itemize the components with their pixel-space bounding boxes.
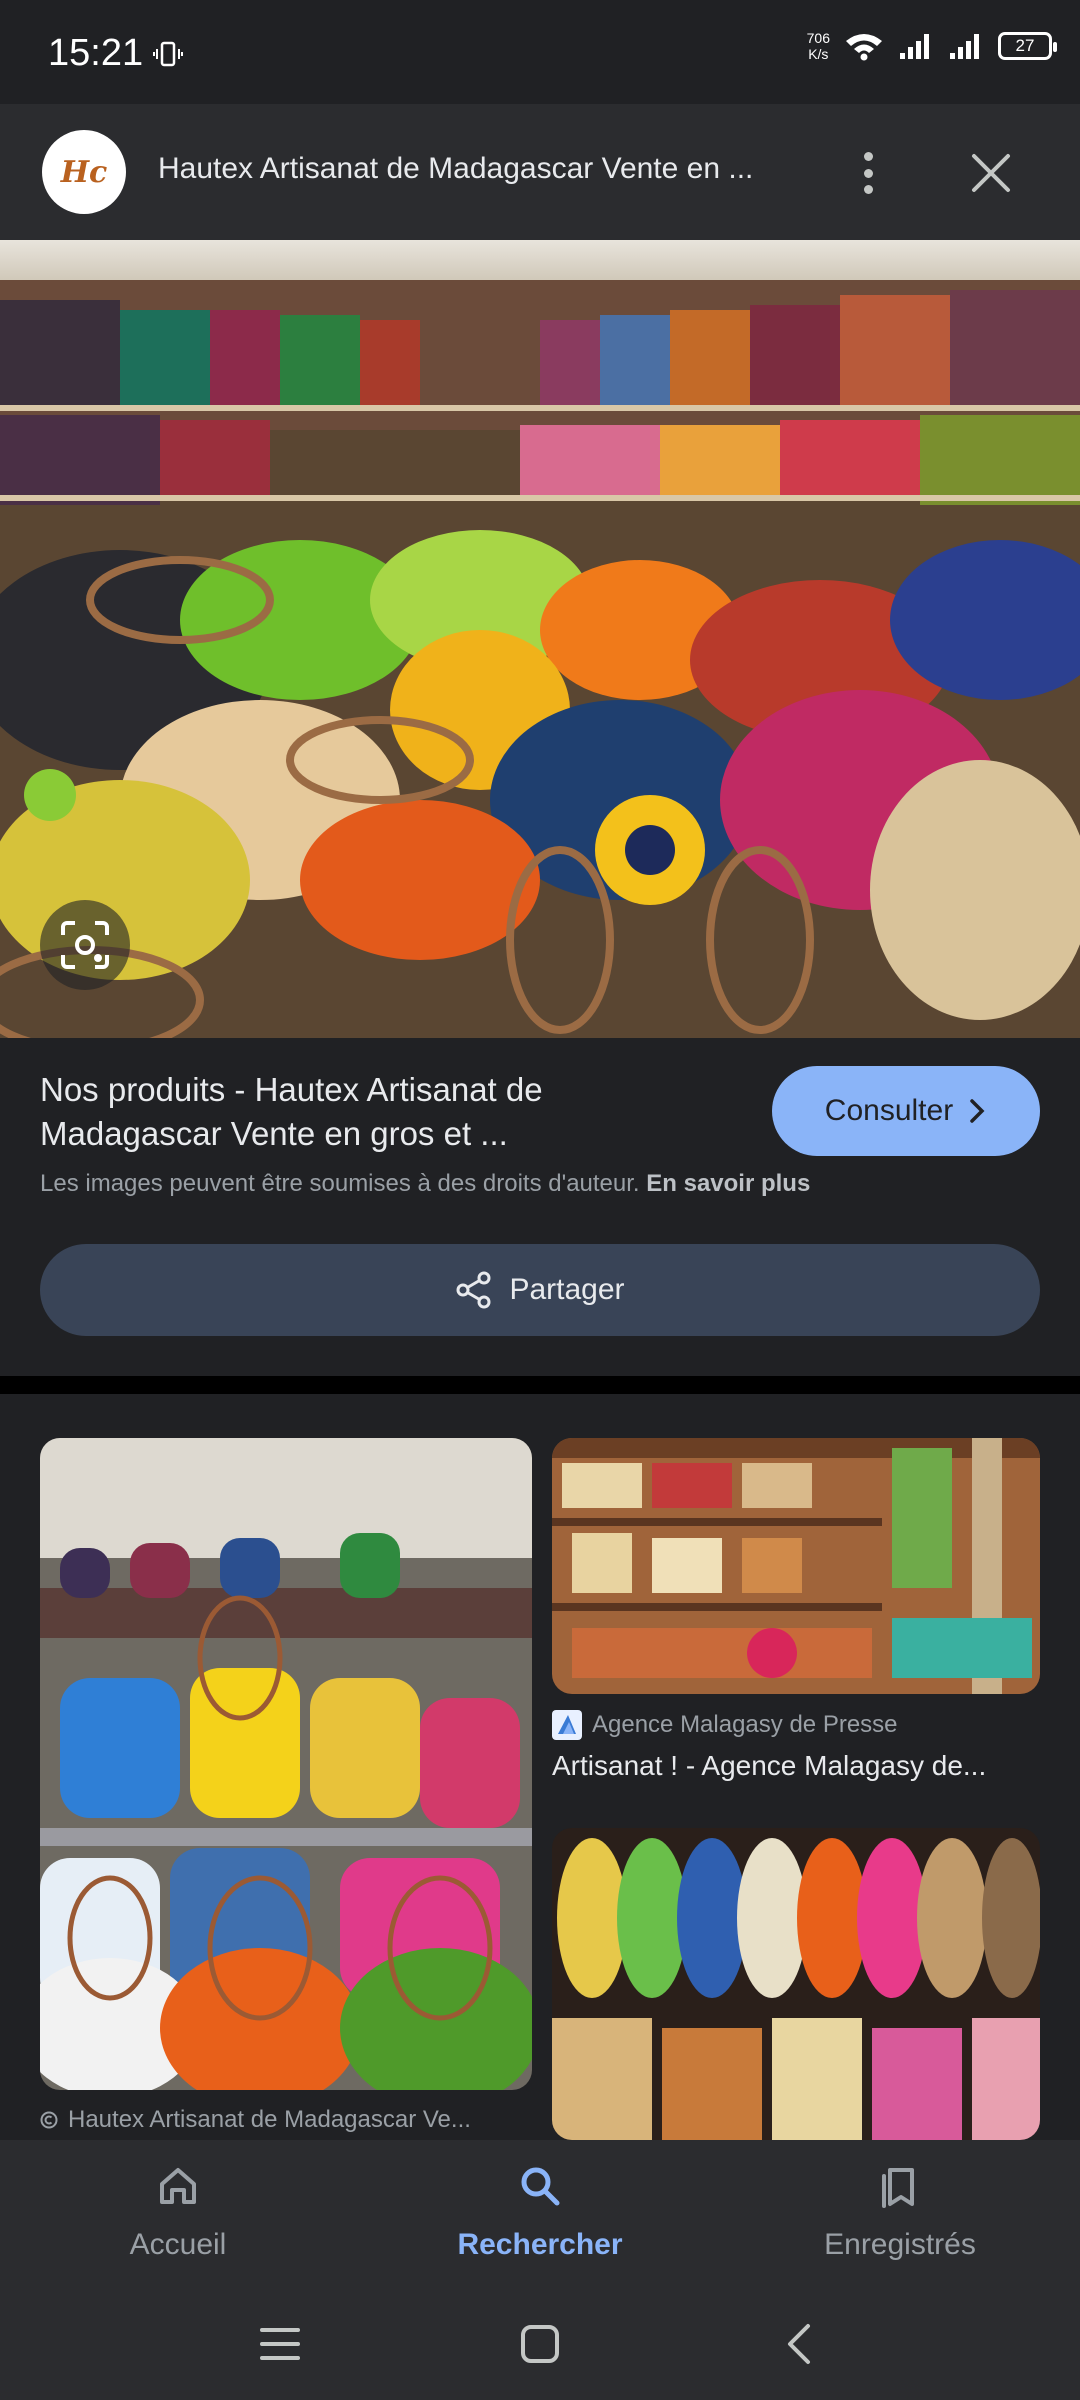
related-source-1[interactable]: Hautex Artisanat de Madagascar Ve... <box>40 2106 471 2134</box>
more-options-icon[interactable] <box>848 148 888 198</box>
wifi-icon <box>846 34 882 61</box>
main-image[interactable] <box>0 240 1080 1038</box>
site-logo[interactable]: Hc <box>42 130 126 214</box>
nav-item-search[interactable]: Rechercher <box>410 2162 670 2262</box>
viewer-header: Hc Hautex Artisanat de Madagascar Vente … <box>0 104 1080 240</box>
home-button-icon[interactable] <box>518 2322 562 2366</box>
bottom-navigation: Accueil Rechercher Enregistrés <box>0 2140 1080 2290</box>
section-divider <box>0 1376 1080 1394</box>
logo-text: Hc <box>60 154 108 190</box>
status-time-area: 15:21 <box>48 32 184 75</box>
related-images-grid: Hautex Artisanat de Madagascar Ve... Age… <box>0 1394 1080 2140</box>
copyright-icon <box>40 2111 58 2129</box>
related-title-2[interactable]: Artisanat ! - Agence Malagasy de... <box>552 1750 986 1782</box>
header-title[interactable]: Hautex Artisanat de Madagascar Vente en … <box>158 152 798 186</box>
network-speed: 706 K/s <box>806 30 830 62</box>
nav-item-home[interactable]: Accueil <box>48 2162 308 2262</box>
consult-label: Consulter <box>824 1094 954 1127</box>
learn-more-link[interactable]: En savoir plus <box>646 1170 810 1197</box>
home-icon <box>160 2168 196 2204</box>
lens-search-icon[interactable] <box>40 900 130 990</box>
nav-item-saved[interactable]: Enregistrés <box>770 2162 1030 2262</box>
result-title[interactable]: Nos produits - Hautex Artisanat de Madag… <box>40 1068 720 1156</box>
main-image-picture <box>0 240 1080 1038</box>
menu-icon[interactable] <box>258 2324 302 2364</box>
share-icon <box>456 1271 491 1309</box>
search-icon <box>521 2167 560 2206</box>
related-image-2[interactable] <box>552 1438 1040 1694</box>
vibrate-icon <box>153 41 184 66</box>
system-navigation-bar <box>0 2290 1080 2400</box>
back-icon[interactable] <box>782 2320 818 2368</box>
related-image-3[interactable] <box>552 1828 1040 2140</box>
signal-icon-2 <box>950 34 979 59</box>
related-source-2[interactable]: Agence Malagasy de Presse <box>552 1710 898 1740</box>
chevron-right-icon <box>970 1099 985 1123</box>
share-label: Partager <box>509 1273 625 1306</box>
site-favicon-icon <box>552 1710 582 1740</box>
share-button[interactable]: Partager <box>40 1244 1040 1336</box>
status-time: 15:21 <box>48 32 144 74</box>
consult-button[interactable]: Consulter <box>772 1066 1040 1156</box>
close-icon[interactable] <box>968 150 1014 196</box>
related-image-1[interactable] <box>40 1438 532 2090</box>
battery-indicator: 27 <box>998 32 1057 60</box>
status-bar: 15:21 706 K/s 27 <box>0 0 1080 104</box>
result-info-panel: Nos produits - Hautex Artisanat de Madag… <box>0 1038 1080 1376</box>
bookmarks-icon <box>882 2168 914 2208</box>
signal-icon <box>900 34 929 59</box>
copyright-notice: Les images peuvent être soumises à des d… <box>40 1170 811 1197</box>
status-icons: 706 K/s 27 <box>806 30 1057 62</box>
